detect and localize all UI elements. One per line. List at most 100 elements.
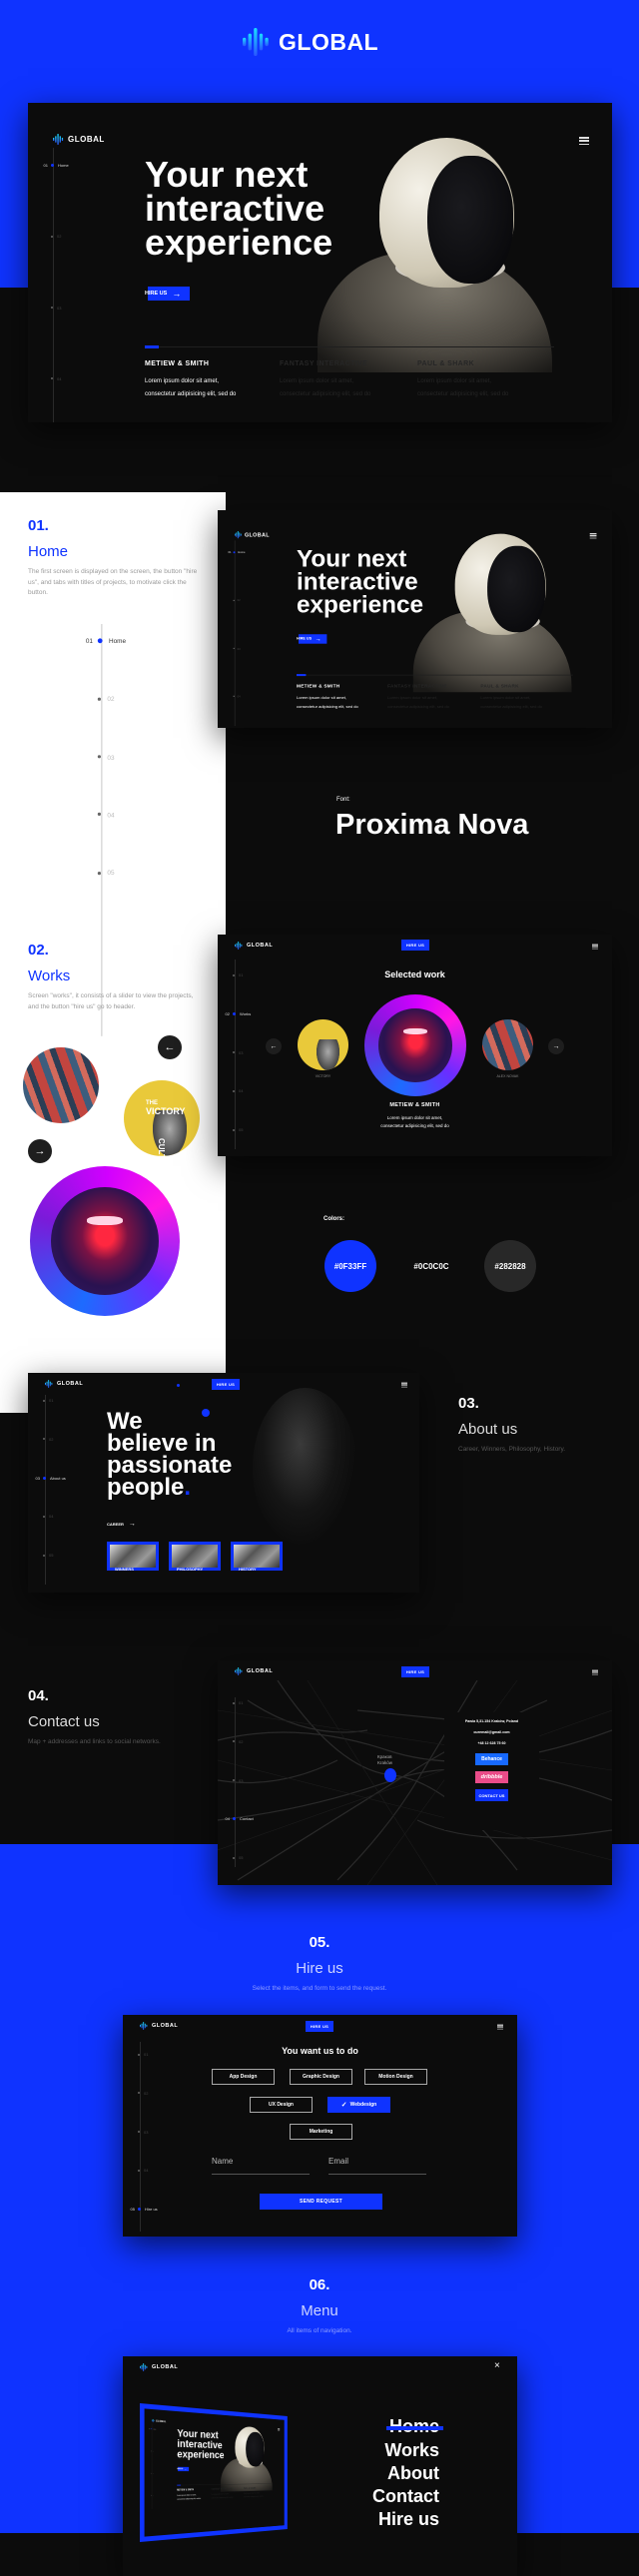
timeline-item-5[interactable]: 05 (233, 1855, 243, 1860)
poster-text: CULTURE (157, 1138, 166, 1156)
timeline-item-3[interactable]: 03 About us (43, 1476, 66, 1481)
hamburger-menu-icon[interactable] (592, 945, 598, 950)
timeline-item-1[interactable]: 01 Home (234, 551, 246, 554)
menu-item-works[interactable]: Works (384, 2440, 439, 2461)
hire-us-button[interactable]: HIRE US → (178, 2467, 189, 2471)
timeline-item-2[interactable]: 02 (234, 599, 241, 602)
hire-us-button[interactable]: HIRE US (212, 1379, 240, 1390)
timeline-item-1[interactable]: 01 Home (51, 163, 69, 168)
timeline-item-5[interactable]: 05 (98, 869, 115, 877)
hire-us-button[interactable]: HIRE US → (299, 634, 326, 643)
slider-next-button[interactable]: → (548, 1038, 564, 1054)
timeline-item-1[interactable]: 01 (233, 1700, 243, 1705)
timeline-item-1[interactable]: 01 Home (151, 2428, 156, 2430)
close-icon[interactable]: × (494, 2360, 500, 2371)
project-thumb-featured[interactable] (364, 994, 466, 1096)
map-pin-icon[interactable] (384, 1768, 396, 1782)
timeline-item-2[interactable]: 02 (151, 2450, 154, 2452)
timeline-item-4[interactable]: 04 Contact (233, 1816, 254, 1821)
header-logo[interactable]: GLOBAL (140, 2363, 178, 2371)
timeline-item-4[interactable]: 04 (51, 376, 61, 381)
project-tab-fantasy-interactive[interactable]: FANTASY INTERACTIVE Lorem ipsum dolor sit… (212, 2488, 242, 2501)
timeline-item-5[interactable]: 05 Hire us (138, 2207, 158, 2212)
contact-email[interactable]: ouremail@gmail.com (444, 1730, 539, 1734)
hamburger-menu-icon[interactable] (401, 1383, 407, 1388)
hamburger-menu-icon[interactable] (278, 2428, 280, 2430)
name-input[interactable] (212, 2157, 310, 2166)
option-marketing[interactable]: Marketing (290, 2124, 352, 2140)
project-tab-fantasy-interactive[interactable]: FANTASY INTERACTIVE Lorem ipsum dolor sit… (280, 360, 409, 401)
timeline-item-2[interactable]: 02 (43, 1437, 53, 1442)
timeline-item-3[interactable]: 03 (234, 647, 241, 650)
timeline-item-4[interactable]: 04 (98, 811, 115, 819)
hamburger-menu-icon[interactable] (579, 137, 589, 145)
timeline-item-3[interactable]: 03 (233, 1778, 243, 1783)
header-logo[interactable]: GLOBAL (45, 1380, 83, 1388)
timeline-item-3[interactable]: 03 (98, 753, 115, 761)
timeline-item-2[interactable]: 02 (98, 695, 115, 703)
project-tab-metiew-smith[interactable]: METIEW & SMITH Lorem ipsum dolor sit amet… (297, 684, 384, 712)
project-tab-fantasy-interactive[interactable]: FANTASY INTERACTIVE Lorem ipsum dolor sit… (387, 684, 475, 712)
header-logo[interactable]: GLOBAL (140, 2022, 178, 2030)
timeline-item-3[interactable]: 03 (51, 306, 61, 311)
timeline-number: 05 (239, 1855, 243, 1860)
timeline-item-2[interactable]: 02 Works (233, 1011, 251, 1016)
hire-us-button[interactable]: HIRE US (306, 2021, 333, 2032)
project-tab-paul-shark[interactable]: PAUL & SHARK Lorem ipsum dolor sit amet, c… (417, 360, 547, 401)
timeline-item-2[interactable]: 02 (233, 1739, 243, 1744)
header-logo[interactable]: GLOBAL (235, 942, 273, 950)
project-thumb-alex-novak[interactable] (482, 1019, 533, 1070)
timeline-item-4[interactable]: 04 (138, 2168, 148, 2173)
slider-prev-button[interactable]: ← (266, 1038, 282, 1054)
timeline-item-4[interactable]: 04 (233, 1088, 243, 1093)
career-link[interactable]: CAREER → (107, 1521, 136, 1528)
timeline-item-4[interactable]: 04 (151, 2495, 154, 2497)
option-graphic-design[interactable]: Graphic Design (290, 2069, 352, 2085)
timeline-item-4[interactable]: 04 (234, 695, 241, 698)
slider-prev-button[interactable]: ← (158, 1035, 182, 1059)
menu-item-about[interactable]: About (387, 2463, 439, 2484)
dribbble-button[interactable]: dribbble (475, 1771, 508, 1783)
timeline-item-1[interactable]: 01 (43, 1398, 53, 1403)
thumb-philosophy[interactable]: PHILOSOPHY (169, 1542, 221, 1571)
thumb-history[interactable]: HISTORY (231, 1542, 283, 1571)
timeline-item-3[interactable]: 03 (138, 2130, 148, 2135)
option-motion-design[interactable]: Motion Design (364, 2069, 427, 2085)
timeline-item-1[interactable]: 01 Home (98, 637, 126, 645)
contact-phone[interactable]: +48 12 628 75 60 (444, 1741, 539, 1745)
contact-us-button[interactable]: CONTACT US (475, 1789, 508, 1801)
hamburger-menu-icon[interactable] (590, 533, 597, 538)
name-field[interactable] (212, 2157, 310, 2175)
hamburger-menu-icon[interactable] (592, 1670, 598, 1675)
project-tab-paul-shark[interactable]: PAUL & SHARK Lorem ipsum dolor sit amet, c… (480, 684, 568, 712)
option-webdesign[interactable]: ✓ Webdesign (327, 2097, 390, 2113)
menu-item-home[interactable]: Home (389, 2416, 439, 2437)
timeline-item-5[interactable]: 05 (43, 1553, 53, 1558)
hamburger-menu-icon[interactable] (497, 2025, 503, 2030)
send-request-button[interactable]: SEND REQUEST (260, 2194, 382, 2210)
project-tab-metiew-smith[interactable]: METIEW & SMITH Lorem ipsum dolor sit amet… (145, 360, 275, 401)
header-logo[interactable]: GLOBAL (235, 531, 270, 538)
email-input[interactable] (328, 2157, 426, 2166)
timeline-item-4[interactable]: 04 (43, 1514, 53, 1519)
menu-item-hire-us[interactable]: Hire us (378, 2509, 439, 2530)
timeline-item-3[interactable]: 03 (233, 1050, 243, 1055)
email-field[interactable] (328, 2157, 426, 2175)
header-logo[interactable]: GLOBAL (53, 134, 105, 145)
option-ux-design[interactable]: UX Design (250, 2097, 313, 2113)
menu-item-contact[interactable]: Contact (372, 2486, 439, 2507)
slider-next-button[interactable]: → (28, 1139, 52, 1163)
hire-us-button[interactable]: HIRE US (401, 1666, 429, 1677)
timeline-item-3[interactable]: 03 (151, 2472, 154, 2474)
option-app-design[interactable]: App Design (212, 2069, 275, 2085)
hire-us-button[interactable]: HIRE US (401, 940, 429, 951)
project-thumb-victory[interactable] (298, 1019, 348, 1070)
header-logo[interactable]: GLOBAL (235, 1667, 273, 1675)
project-tab-paul-shark[interactable]: PAUL & SHARK Lorem ipsum dolor sit amet, c… (244, 2487, 272, 2499)
project-tab-metiew-smith[interactable]: METIEW & SMITH Lorem ipsum dolor sit amet… (177, 2488, 210, 2501)
behance-button[interactable]: Behance (475, 1753, 508, 1765)
timeline-item-2[interactable]: 02 (51, 234, 61, 239)
thumb-winners[interactable]: WINNERS (107, 1542, 159, 1571)
hire-us-button[interactable]: HIRE US → (148, 287, 190, 301)
timeline-item-2[interactable]: 02 (138, 2091, 148, 2096)
